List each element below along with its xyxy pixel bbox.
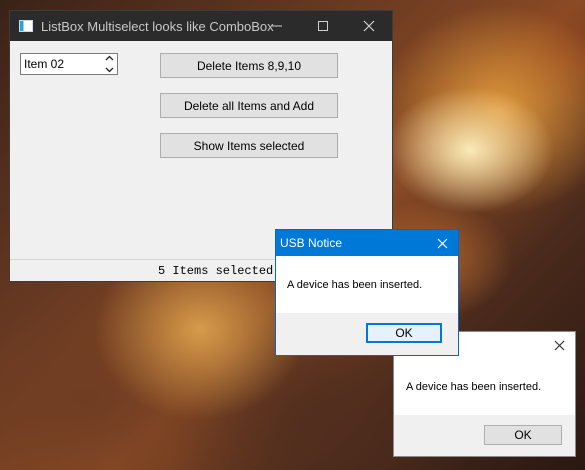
close-icon <box>437 238 447 248</box>
close-button[interactable] <box>426 230 458 256</box>
delete-all-add-button[interactable]: Delete all Items and Add <box>160 93 338 118</box>
ok-button[interactable]: OK <box>366 323 442 343</box>
spinner-value: Item 02 <box>24 57 65 71</box>
usb-notice-titlebar[interactable]: USB Notice <box>276 230 458 256</box>
main-titlebar[interactable]: ListBox Multiselect looks like ComboBox <box>10 11 392 41</box>
maximize-icon <box>318 21 328 31</box>
item-spinner[interactable]: Item 02 <box>20 53 118 75</box>
close-button[interactable] <box>346 11 392 41</box>
close-button[interactable] <box>543 332 575 358</box>
spinner-arrows[interactable] <box>103 55 115 73</box>
close-icon <box>554 340 564 350</box>
delete-items-button[interactable]: Delete Items 8,9,10 <box>160 53 338 78</box>
maximize-button[interactable] <box>300 11 346 41</box>
notice-message: A device has been inserted. <box>406 380 542 393</box>
close-icon <box>363 20 375 32</box>
caption-buttons <box>254 11 392 41</box>
chevron-down-icon <box>105 67 113 73</box>
usb-notice-message: A device has been inserted. <box>287 278 423 291</box>
ok-button[interactable]: OK <box>484 425 562 445</box>
app-icon <box>19 20 33 32</box>
notice-footer: OK <box>394 415 575 456</box>
status-text: 5 Items selected <box>158 263 274 278</box>
show-selected-button[interactable]: Show Items selected <box>160 133 338 158</box>
minimize-button[interactable] <box>254 11 300 41</box>
usb-notice-message-area: A device has been inserted. <box>276 256 458 313</box>
usb-notice-dialog: USB Notice A device has been inserted. O… <box>275 229 459 356</box>
window-title: ListBox Multiselect looks like ComboBox <box>41 18 274 34</box>
minimize-icon <box>272 25 282 27</box>
chevron-up-icon <box>105 55 113 61</box>
notice-message-area: A device has been inserted. <box>394 358 575 415</box>
dialog-title: USB Notice <box>280 236 343 250</box>
usb-notice-footer: OK <box>276 313 458 355</box>
